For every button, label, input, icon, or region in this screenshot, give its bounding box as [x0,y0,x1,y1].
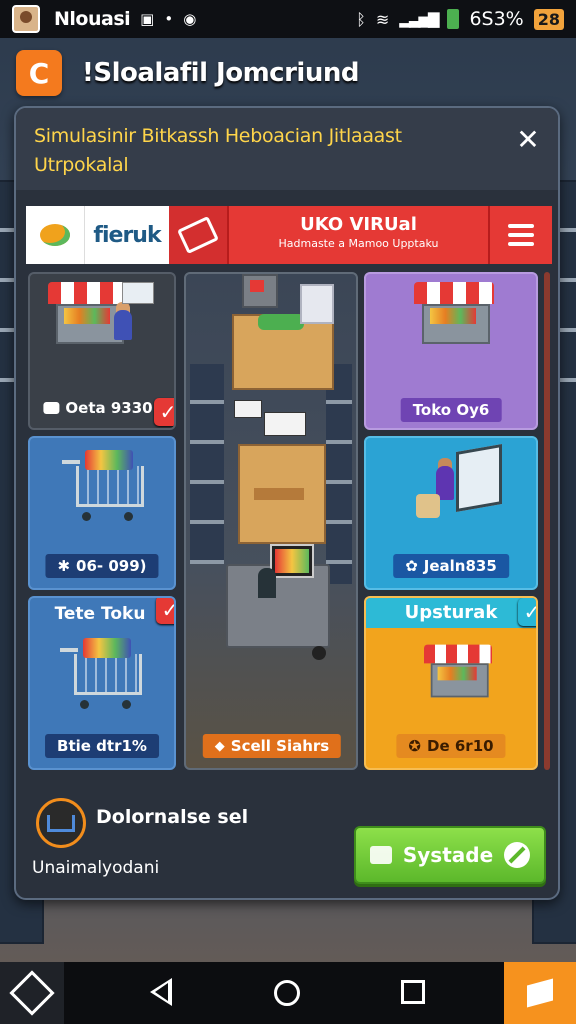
card-header: Tete Toku [54,604,146,624]
shopping-cart-icon [60,638,142,709]
card-label: Btie dtr1% [45,734,159,758]
check-badge-icon: ✓ [518,598,536,626]
card-tete-toku[interactable]: Tete Toku Btie dtr1% ✓ [28,596,176,770]
recent-apps-button[interactable] [401,980,425,1004]
package-icon [300,284,334,324]
box-icon [370,846,392,864]
notification-badge: 28 [533,8,564,30]
ticket-button[interactable] [169,206,227,264]
vegetables-icon [258,314,304,330]
gear-icon: ✿ [405,557,418,575]
menu-icon-bar [508,242,534,246]
battery-percent: 6S3% [469,8,524,30]
card-label: ◆ Scell Siahrs [202,734,342,758]
card-label: Oeta 9330 [31,396,164,420]
star-icon: ✱ [57,557,71,575]
package-button[interactable] [504,962,576,1024]
card-header: Upsturak [404,602,498,623]
scrollbar[interactable] [544,272,550,770]
app-switch-button[interactable] [0,962,64,1024]
footer-title: Dolornalse sel [96,806,249,828]
menu-icon-bar [508,224,534,228]
wifi-icon: ≋ [375,9,390,29]
store-tab[interactable]: UKO VIRUal Hadmaste a Mamoo Upptaku [227,206,490,264]
store-subtitle: Hadmaste a Mamoo Upptaku [278,237,439,250]
status-dot: • [164,10,174,28]
confirm-icon [503,842,530,868]
vendor-icon [114,310,132,340]
avatar [12,5,40,33]
back-button[interactable] [150,978,172,1006]
label-sign-icon [264,412,306,436]
chat-icon [40,224,70,246]
machine-icon [242,274,278,308]
footer-subtitle: Unaimalyodani [32,858,160,878]
shelf-icon [326,364,352,584]
market-stall-icon [414,282,494,344]
card-label: ✪ De 6r10 [396,734,506,758]
navigation-bar [0,962,576,1024]
systade-button-label: Systade [402,843,494,867]
brand-tab[interactable]: fieruk [85,206,169,264]
app-header: C !Sloalafil Jomcriund [0,46,576,100]
shelf-icon [190,364,224,564]
card-upsturak[interactable]: Upsturak ✓ ✪ De 6r10 [364,596,538,770]
gift-icon: ✪ [408,737,422,755]
monitor-icon [456,443,502,513]
close-button[interactable]: ✕ [510,122,546,158]
cube-icon [9,970,55,1016]
cashier-desk-icon [226,544,330,648]
menu-button[interactable] [490,206,552,264]
card-label: ✿ Jealn835 [393,554,509,578]
card-warehouse[interactable]: ◆ Scell Siahrs [184,272,358,770]
check-badge-icon: ✓ [156,598,174,624]
sign-icon [122,282,154,304]
check-badge-icon: ✓ [154,398,174,426]
sack-icon [416,494,440,518]
sim-icon: ▣ [140,10,155,28]
app-logo-icon[interactable]: C [16,50,62,96]
package-icon [527,978,553,1008]
battery-icon [447,9,460,29]
systade-button[interactable]: Systade [354,826,546,884]
card-label: Toko Oy6 [400,398,502,422]
simulator-dialog: Simulasinir Bitkassh Heboacian Jitlaaast… [14,106,560,900]
bluetooth-icon: ᛒ [356,9,366,29]
market-stall-icon [424,644,492,698]
ticket-icon [177,216,219,254]
coin-icon [43,402,60,414]
status-bar: Nlouasi ▣ • ◉ ᛒ ≋ ▂▃▅▇ 6S3% 28 [0,0,576,38]
card-stall[interactable]: Oeta 9330 ✓ [28,272,176,430]
signal-icon: ▂▃▅▇ [399,10,439,28]
label-sign-icon [234,400,262,418]
card-shop[interactable]: Toko Oy6 [364,272,538,430]
menu-icon-bar [508,233,534,237]
card-terminal[interactable]: ✿ Jealn835 [364,436,538,590]
dialog-title: Simulasinir Bitkassh Heboacian Jitlaaast… [34,125,402,176]
carrier-label: Nlouasi [54,8,131,30]
storage-box-icon [238,444,326,544]
dialog-header: Simulasinir Bitkassh Heboacian Jitlaaast… [16,108,558,190]
chat-button[interactable] [26,206,85,264]
basket-logo-icon [36,798,86,848]
store-title: UKO VIRUal [300,214,417,235]
cart-wheel-icon [312,646,326,660]
record-icon: ◉ [183,10,197,28]
card-cart[interactable]: ✱ 06- 099) [28,436,176,590]
store-toolbar: fieruk UKO VIRUal Hadmaste a Mamoo Uppta… [26,206,552,264]
card-label: ✱ 06- 099) [45,554,159,578]
app-title: !Sloalafil Jomcriund [82,58,359,88]
home-button[interactable] [274,980,300,1006]
pin-icon: ◆ [214,738,225,754]
shopping-cart-icon [62,450,144,521]
